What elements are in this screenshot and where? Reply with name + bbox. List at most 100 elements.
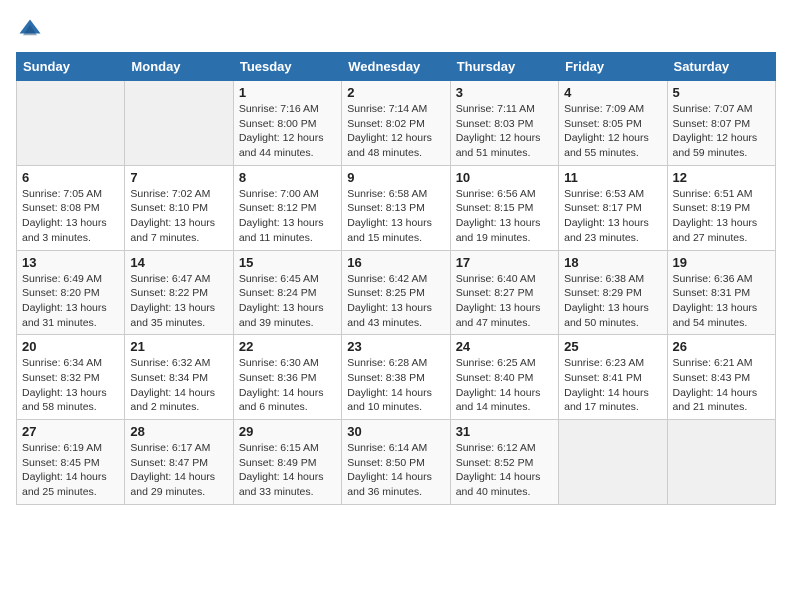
weekday-header-sunday: Sunday: [17, 53, 125, 81]
calendar-cell: 9 Sunrise: 6:58 AM Sunset: 8:13 PM Daylig…: [342, 165, 450, 250]
calendar-cell: 27Sunrise: 6:19 AM Sunset: 8:45 PM Dayli…: [17, 420, 125, 505]
day-info: Sunrise: 6:58 AM Sunset: 8:13 PM Dayligh…: [347, 187, 444, 246]
day-info: Sunrise: 6:17 AM Sunset: 8:47 PM Dayligh…: [130, 441, 227, 500]
calendar-cell: 29 Sunrise: 6:15 AM Sunset: 8:49 PM Dayli…: [233, 420, 341, 505]
day-info: Sunrise: 6:53 AM Sunset: 8:17 PM Dayligh…: [564, 187, 661, 246]
day-info: Sunrise: 6:14 AM Sunset: 8:50 PM Dayligh…: [347, 441, 444, 500]
day-info: Sunrise: 6:45 AM Sunset: 8:24 PM Dayligh…: [239, 272, 336, 331]
day-info: Sunrise: 7:02 AM Sunset: 8:10 PM Dayligh…: [130, 187, 227, 246]
weekday-header-friday: Friday: [559, 53, 667, 81]
day-info: Sunrise: 6:15 AM Sunset: 8:49 PM Dayligh…: [239, 441, 336, 500]
calendar-table: SundayMondayTuesdayWednesdayThursdayFrid…: [16, 52, 776, 505]
calendar-cell: 2 Sunrise: 7:14 AM Sunset: 8:02 PM Daylig…: [342, 81, 450, 166]
day-info: Sunrise: 7:14 AM Sunset: 8:02 PM Dayligh…: [347, 102, 444, 161]
calendar-week-2: 6 Sunrise: 7:05 AM Sunset: 8:08 PM Daylig…: [17, 165, 776, 250]
day-info: Sunrise: 7:09 AM Sunset: 8:05 PM Dayligh…: [564, 102, 661, 161]
weekday-header-saturday: Saturday: [667, 53, 775, 81]
day-info: Sunrise: 6:21 AM Sunset: 8:43 PM Dayligh…: [673, 356, 770, 415]
day-number: 3: [456, 85, 553, 100]
day-number: 13: [22, 255, 119, 270]
day-number: 16: [347, 255, 444, 270]
day-info: Sunrise: 6:23 AM Sunset: 8:41 PM Dayligh…: [564, 356, 661, 415]
calendar-cell: 22 Sunrise: 6:30 AM Sunset: 8:36 PM Dayli…: [233, 335, 341, 420]
calendar-cell: [17, 81, 125, 166]
weekday-header-thursday: Thursday: [450, 53, 558, 81]
day-info: Sunrise: 6:25 AM Sunset: 8:40 PM Dayligh…: [456, 356, 553, 415]
logo: [16, 16, 48, 44]
day-number: 20: [22, 339, 119, 354]
day-number: 26: [673, 339, 770, 354]
calendar-cell: 5Sunrise: 7:07 AM Sunset: 8:07 PM Daylig…: [667, 81, 775, 166]
day-info: Sunrise: 6:42 AM Sunset: 8:25 PM Dayligh…: [347, 272, 444, 331]
page-header: [16, 16, 776, 44]
calendar-cell: 31 Sunrise: 6:12 AM Sunset: 8:52 PM Dayli…: [450, 420, 558, 505]
day-number: 18: [564, 255, 661, 270]
day-info: Sunrise: 6:19 AM Sunset: 8:45 PM Dayligh…: [22, 441, 119, 500]
day-number: 28: [130, 424, 227, 439]
day-number: 17: [456, 255, 553, 270]
day-info: Sunrise: 6:28 AM Sunset: 8:38 PM Dayligh…: [347, 356, 444, 415]
day-info: Sunrise: 7:05 AM Sunset: 8:08 PM Dayligh…: [22, 187, 119, 246]
calendar-cell: 10 Sunrise: 6:56 AM Sunset: 8:15 PM Dayli…: [450, 165, 558, 250]
day-number: 6: [22, 170, 119, 185]
calendar-cell: 15 Sunrise: 6:45 AM Sunset: 8:24 PM Dayli…: [233, 250, 341, 335]
calendar-cell: 11 Sunrise: 6:53 AM Sunset: 8:17 PM Dayli…: [559, 165, 667, 250]
calendar-cell: 19Sunrise: 6:36 AM Sunset: 8:31 PM Dayli…: [667, 250, 775, 335]
day-info: Sunrise: 6:12 AM Sunset: 8:52 PM Dayligh…: [456, 441, 553, 500]
calendar-cell: 6 Sunrise: 7:05 AM Sunset: 8:08 PM Daylig…: [17, 165, 125, 250]
calendar-cell: 20 Sunrise: 6:34 AM Sunset: 8:32 PM Dayli…: [17, 335, 125, 420]
day-number: 19: [673, 255, 770, 270]
day-info: Sunrise: 7:07 AM Sunset: 8:07 PM Dayligh…: [673, 102, 770, 161]
day-number: 31: [456, 424, 553, 439]
day-info: Sunrise: 6:34 AM Sunset: 8:32 PM Dayligh…: [22, 356, 119, 415]
calendar-cell: [559, 420, 667, 505]
calendar-week-4: 20 Sunrise: 6:34 AM Sunset: 8:32 PM Dayli…: [17, 335, 776, 420]
day-number: 1: [239, 85, 336, 100]
calendar-cell: 12 Sunrise: 6:51 AM Sunset: 8:19 PM Dayli…: [667, 165, 775, 250]
day-number: 29: [239, 424, 336, 439]
day-number: 11: [564, 170, 661, 185]
calendar-cell: 1 Sunrise: 7:16 AM Sunset: 8:00 PM Daylig…: [233, 81, 341, 166]
calendar-cell: 30Sunrise: 6:14 AM Sunset: 8:50 PM Dayli…: [342, 420, 450, 505]
calendar-week-3: 13 Sunrise: 6:49 AM Sunset: 8:20 PM Dayli…: [17, 250, 776, 335]
day-info: Sunrise: 6:56 AM Sunset: 8:15 PM Dayligh…: [456, 187, 553, 246]
weekday-header-tuesday: Tuesday: [233, 53, 341, 81]
day-number: 12: [673, 170, 770, 185]
day-number: 21: [130, 339, 227, 354]
calendar-cell: 24 Sunrise: 6:25 AM Sunset: 8:40 PM Dayli…: [450, 335, 558, 420]
calendar-cell: 18Sunrise: 6:38 AM Sunset: 8:29 PM Dayli…: [559, 250, 667, 335]
day-info: Sunrise: 7:16 AM Sunset: 8:00 PM Dayligh…: [239, 102, 336, 161]
calendar-week-1: 1 Sunrise: 7:16 AM Sunset: 8:00 PM Daylig…: [17, 81, 776, 166]
day-number: 25: [564, 339, 661, 354]
day-info: Sunrise: 6:47 AM Sunset: 8:22 PM Dayligh…: [130, 272, 227, 331]
calendar-cell: [667, 420, 775, 505]
day-info: Sunrise: 7:00 AM Sunset: 8:12 PM Dayligh…: [239, 187, 336, 246]
day-info: Sunrise: 7:11 AM Sunset: 8:03 PM Dayligh…: [456, 102, 553, 161]
day-number: 7: [130, 170, 227, 185]
calendar-cell: [125, 81, 233, 166]
day-info: Sunrise: 6:51 AM Sunset: 8:19 PM Dayligh…: [673, 187, 770, 246]
calendar-cell: 21 Sunrise: 6:32 AM Sunset: 8:34 PM Dayli…: [125, 335, 233, 420]
weekday-header-row: SundayMondayTuesdayWednesdayThursdayFrid…: [17, 53, 776, 81]
day-number: 10: [456, 170, 553, 185]
day-info: Sunrise: 6:32 AM Sunset: 8:34 PM Dayligh…: [130, 356, 227, 415]
calendar-cell: 14 Sunrise: 6:47 AM Sunset: 8:22 PM Dayli…: [125, 250, 233, 335]
calendar-cell: 25 Sunrise: 6:23 AM Sunset: 8:41 PM Dayli…: [559, 335, 667, 420]
day-number: 22: [239, 339, 336, 354]
day-info: Sunrise: 6:40 AM Sunset: 8:27 PM Dayligh…: [456, 272, 553, 331]
calendar-cell: 13 Sunrise: 6:49 AM Sunset: 8:20 PM Dayli…: [17, 250, 125, 335]
day-number: 24: [456, 339, 553, 354]
day-number: 15: [239, 255, 336, 270]
day-number: 8: [239, 170, 336, 185]
calendar-cell: 17 Sunrise: 6:40 AM Sunset: 8:27 PM Dayli…: [450, 250, 558, 335]
day-number: 2: [347, 85, 444, 100]
calendar-cell: 23 Sunrise: 6:28 AM Sunset: 8:38 PM Dayli…: [342, 335, 450, 420]
weekday-header-monday: Monday: [125, 53, 233, 81]
day-info: Sunrise: 6:49 AM Sunset: 8:20 PM Dayligh…: [22, 272, 119, 331]
day-number: 14: [130, 255, 227, 270]
day-number: 23: [347, 339, 444, 354]
day-number: 9: [347, 170, 444, 185]
day-info: Sunrise: 6:30 AM Sunset: 8:36 PM Dayligh…: [239, 356, 336, 415]
calendar-cell: 4Sunrise: 7:09 AM Sunset: 8:05 PM Daylig…: [559, 81, 667, 166]
calendar-cell: 7 Sunrise: 7:02 AM Sunset: 8:10 PM Daylig…: [125, 165, 233, 250]
